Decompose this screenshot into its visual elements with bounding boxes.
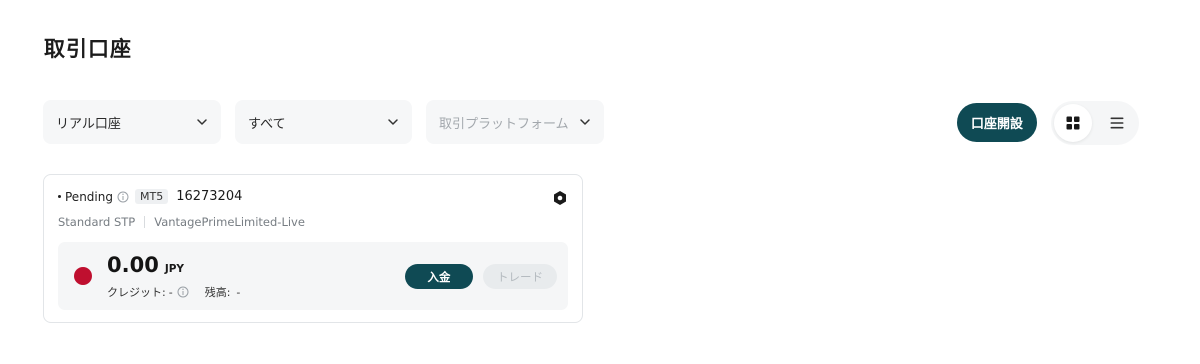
account-type-dropdown[interactable]: リアル口座 [43, 100, 221, 144]
open-account-button[interactable]: 口座開設 [957, 103, 1037, 142]
view-toggle [1051, 101, 1139, 145]
account-details: Standard STP VantagePrimeLimited-Live [58, 215, 305, 229]
trade-button[interactable]: トレード [483, 264, 557, 289]
grid-view-icon [1066, 116, 1080, 130]
currency-code: JPY [164, 263, 185, 275]
info-icon[interactable] [177, 286, 189, 298]
balance-panel: 0.00 JPY クレジット: - 残高: - 入金 トレード [58, 242, 568, 310]
account-card-header: Pending MT5 16273204 [58, 189, 242, 204]
balance-label: 残高: [204, 286, 231, 299]
account-type-dropdown-value: リアル口座 [56, 116, 121, 132]
balance-value: 0.00 [107, 253, 159, 277]
status-dropdown-value: すべて [248, 116, 286, 132]
credit-label: クレジット: [107, 286, 166, 299]
platform-tag: MT5 [134, 189, 169, 204]
japan-flag-icon [74, 267, 92, 285]
platform-dropdown[interactable]: 取引プラットフォーム [426, 100, 604, 144]
chevron-down-icon [197, 119, 207, 125]
account-type: Standard STP [58, 215, 136, 229]
divider [144, 216, 146, 228]
chevron-down-icon [580, 119, 590, 125]
balance-amount: 0.00 JPY [107, 253, 184, 277]
status-dot [58, 195, 61, 198]
list-view-button[interactable] [1098, 104, 1136, 142]
credit-row: クレジット: - 残高: - [107, 284, 240, 300]
chevron-down-icon [388, 119, 398, 125]
trading-accounts-page: 取引口座 リアル口座 すべて 取引プラットフォーム 口座開設 Pending M… [0, 0, 1200, 364]
page-title: 取引口座 [44, 37, 132, 61]
settings-icon[interactable] [552, 190, 568, 206]
list-view-icon [1110, 117, 1124, 129]
account-number: 16273204 [176, 189, 243, 204]
credit-value: - [168, 285, 173, 299]
grid-view-button[interactable] [1054, 104, 1092, 142]
account-card: Pending MT5 16273204 Standard STP Vantag… [43, 174, 583, 323]
status-badge: Pending [58, 190, 113, 204]
status-dropdown[interactable]: すべて [235, 100, 412, 144]
status-text: Pending [65, 189, 113, 204]
platform-dropdown-placeholder: 取引プラットフォーム [439, 116, 569, 132]
balance-sub-value: - [236, 285, 241, 299]
info-icon[interactable] [117, 191, 129, 203]
server-name: VantagePrimeLimited-Live [154, 215, 305, 229]
deposit-button[interactable]: 入金 [405, 264, 473, 289]
